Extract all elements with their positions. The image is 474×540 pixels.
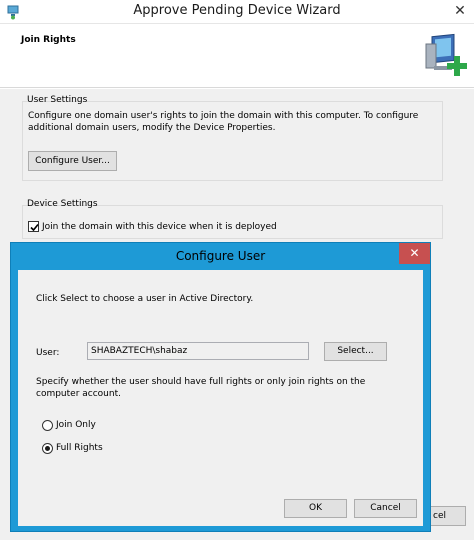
user-field[interactable]: SHABAZTECH\shabaz [87,342,309,360]
wizard-close-button[interactable]: ✕ [446,0,474,22]
join-only-radio[interactable] [42,420,53,431]
user-settings-title: User Settings [27,95,88,105]
dialog-title-bar: Configure User ✕ [11,243,430,270]
full-rights-label: Full Rights [56,443,103,453]
wizard-cancel-label: cel [433,511,446,521]
user-label: User: [36,348,60,358]
join-domain-label: Join the domain with this device when it… [42,222,277,232]
device-settings-title: Device Settings [27,199,98,209]
dialog-content: Click Select to choose a user in Active … [18,270,423,526]
ok-button[interactable]: OK [284,499,347,518]
configure-user-button[interactable]: Configure User... [28,151,117,171]
cancel-button[interactable]: Cancel [354,499,417,518]
join-domain-checkbox[interactable] [28,221,39,232]
rights-instruction: Specify whether the user should have ful… [36,377,366,399]
full-rights-radio[interactable] [42,443,53,454]
wizard-title: Approve Pending Device Wizard [133,3,341,18]
wizard-header: Join Rights [0,24,474,88]
user-settings-description: Configure one domain user's rights to jo… [28,111,419,133]
dialog-title: Configure User [175,249,266,263]
page-title: Join Rights [21,35,76,45]
configure-user-dialog: Configure User ✕ Click Select to choose … [10,242,431,532]
join-only-label: Join Only [56,420,96,430]
select-button[interactable]: Select... [324,342,387,361]
dialog-close-button[interactable]: ✕ [399,243,430,264]
dialog-instruction: Click Select to choose a user in Active … [36,294,254,304]
computer-add-icon [425,33,467,76]
full-rights-radio-dot [45,446,50,451]
wizard-title-bar: Approve Pending Device Wizard ✕ [0,0,474,24]
